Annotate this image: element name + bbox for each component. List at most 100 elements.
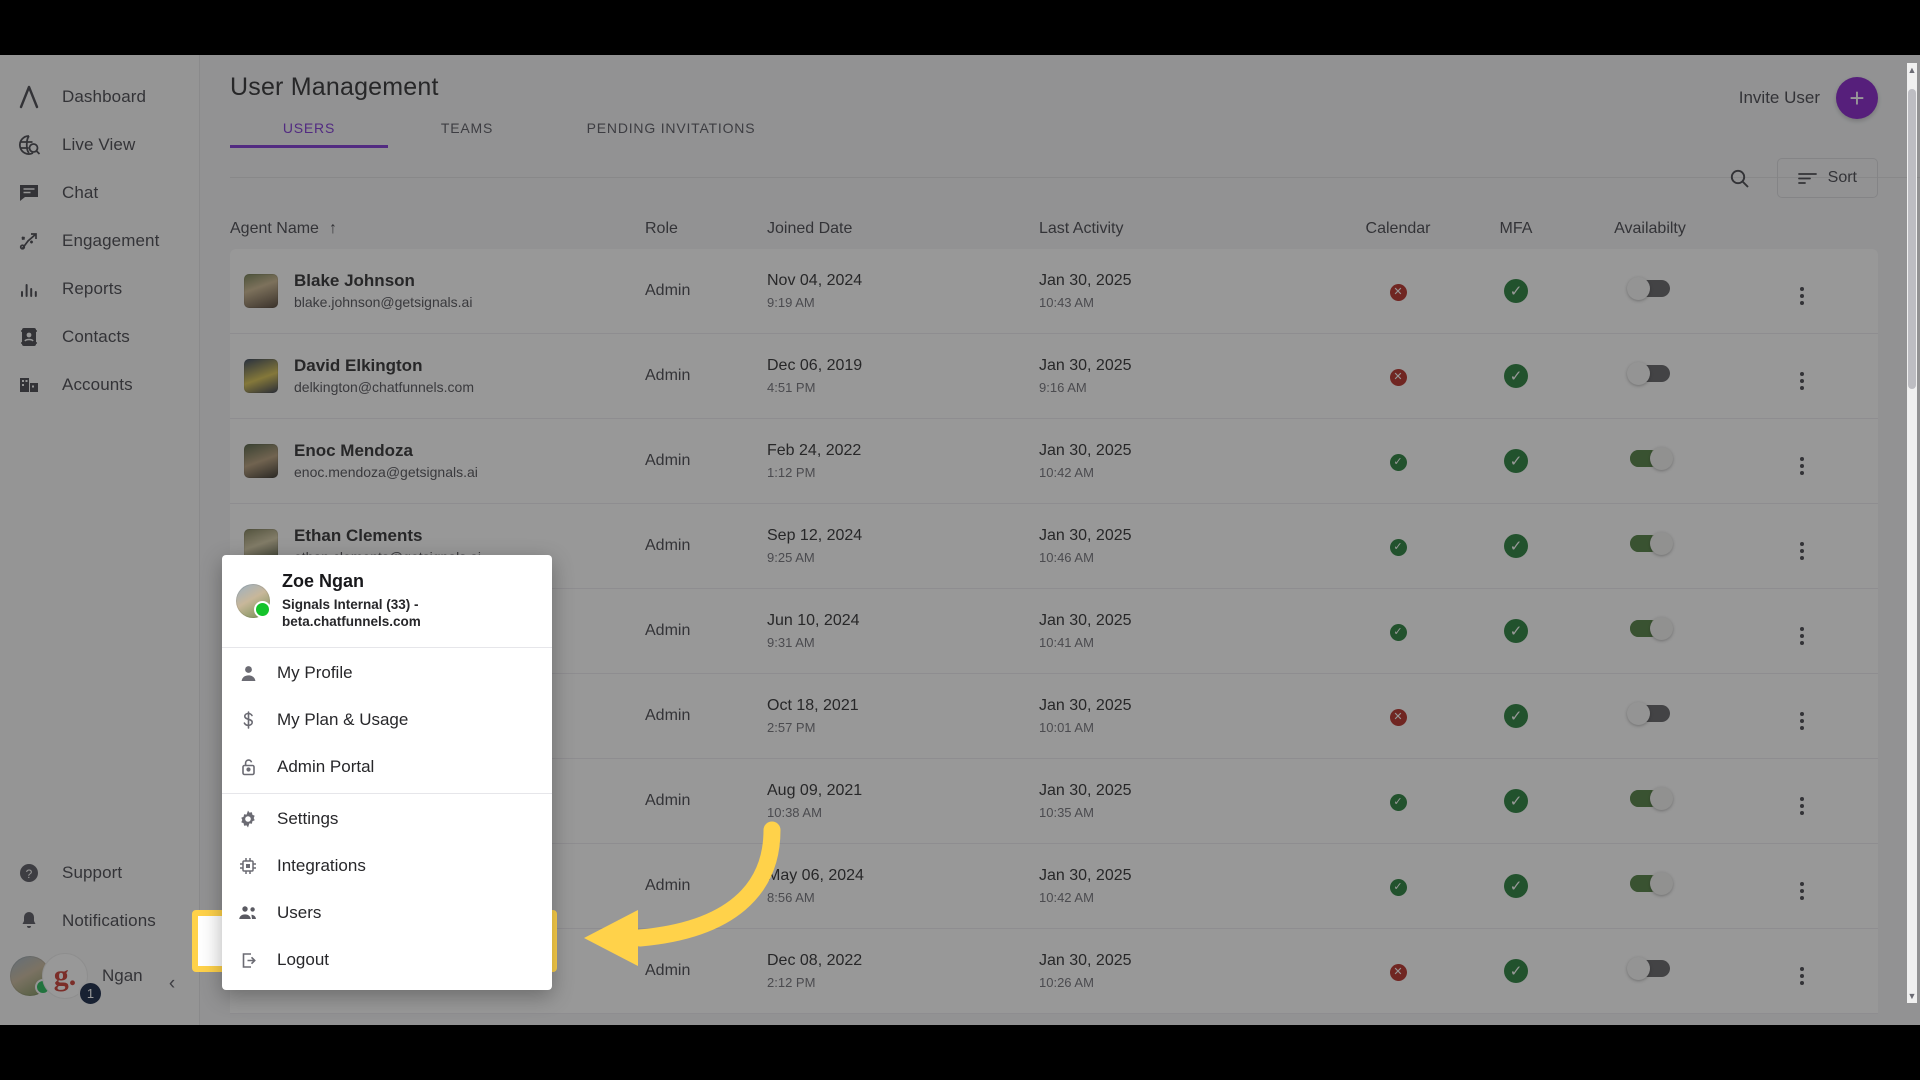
column-header-calendar[interactable]: Calendar — [1339, 220, 1457, 238]
row-more-options-icon[interactable] — [1800, 797, 1804, 815]
user-email: blake.johnson@getsignals.ai — [294, 293, 472, 312]
menu-item-label: Admin Portal — [277, 757, 374, 777]
status-disabled-icon: ✕ — [1390, 964, 1407, 981]
row-more-options-icon[interactable] — [1800, 967, 1804, 985]
notification-count-badge: 1 — [78, 981, 103, 1006]
availability-toggle[interactable] — [1630, 620, 1670, 637]
cell-joined-date: Feb 24, 2022 1:12 PM — [767, 441, 1039, 481]
menu-item-integrations[interactable]: Integrations — [222, 843, 552, 890]
tab-teams[interactable]: TEAMS — [388, 112, 546, 148]
sidebar-item-engagement[interactable]: Engagement — [0, 217, 199, 265]
sidebar-item-reports[interactable]: Reports — [0, 265, 199, 313]
svg-text:?: ? — [26, 867, 33, 881]
table-row[interactable]: Blake Johnson blake.johnson@getsignals.a… — [230, 249, 1878, 334]
sidebar-item-accounts[interactable]: Accounts — [0, 361, 199, 409]
sidebar-item-label: Contacts — [62, 327, 130, 347]
cell-role: Admin — [645, 792, 767, 810]
collapse-sidebar-button[interactable]: ‹ — [159, 971, 185, 997]
menu-item-label: Users — [277, 903, 321, 923]
table-row[interactable]: David Elkington delkington@chatfunnels.c… — [230, 334, 1878, 419]
scroll-up-arrow-icon[interactable]: ▲ — [1907, 65, 1917, 75]
cell-availability — [1575, 535, 1725, 557]
sidebar-item-dashboard[interactable]: Dashboard — [0, 73, 199, 121]
availability-toggle[interactable] — [1630, 535, 1670, 552]
column-header-agent-name[interactable]: Agent Name ↑ — [230, 220, 645, 238]
status-enabled-icon: ✓ — [1390, 624, 1407, 641]
menu-item-my-profile[interactable]: My Profile — [222, 650, 552, 697]
column-header-role[interactable]: Role — [645, 220, 767, 238]
menu-item-my-plan-usage[interactable]: My Plan & Usage — [222, 697, 552, 744]
column-header-last-activity[interactable]: Last Activity — [1039, 220, 1339, 238]
row-more-options-icon[interactable] — [1800, 542, 1804, 560]
cell-actions — [1725, 363, 1878, 390]
row-more-options-icon[interactable] — [1800, 372, 1804, 390]
row-more-options-icon[interactable] — [1800, 287, 1804, 305]
menu-item-admin-portal[interactable]: Admin Portal — [222, 744, 552, 791]
menu-item-label: Integrations — [277, 856, 366, 876]
table-row[interactable]: Enoc Mendoza enoc.mendoza@getsignals.aiA… — [230, 419, 1878, 504]
menu-item-users[interactable]: Users — [222, 890, 552, 937]
cell-actions — [1725, 873, 1878, 900]
activity-date: Jan 30, 2025 — [1039, 441, 1339, 460]
sidebar-item-notifications[interactable]: Notifications — [0, 897, 199, 945]
cell-mfa: ✓ — [1457, 874, 1575, 898]
menu-item-logout[interactable]: Logout — [222, 937, 552, 984]
column-header-joined-date[interactable]: Joined Date — [767, 220, 1039, 238]
row-more-options-icon[interactable] — [1800, 712, 1804, 730]
row-more-options-icon[interactable] — [1800, 627, 1804, 645]
question-circle-icon: ? — [14, 858, 44, 888]
tab-users[interactable]: USERS — [230, 112, 388, 148]
status-enabled-icon: ✓ — [1504, 364, 1528, 388]
sidebar-item-label: Dashboard — [62, 87, 146, 107]
activity-time: 9:16 AM — [1039, 380, 1339, 396]
scrollbar-thumb[interactable] — [1908, 89, 1916, 389]
column-label: Agent Name — [230, 220, 319, 238]
table-header-row: Agent Name ↑ Role Joined Date Last Activ… — [200, 209, 1920, 249]
column-header-mfa[interactable]: MFA — [1457, 220, 1575, 238]
column-header-availability[interactable]: Availabilty — [1575, 220, 1725, 238]
sidebar-item-contacts[interactable]: Contacts — [0, 313, 199, 361]
activity-date: Jan 30, 2025 — [1039, 611, 1339, 630]
sidebar-item-chat[interactable]: Chat — [0, 169, 199, 217]
chip-icon — [236, 856, 260, 876]
vertical-scrollbar[interactable]: ▲ ▼ — [1907, 63, 1917, 1003]
account-dropdown-menu: Zoe Ngan Signals Internal (33) - beta.ch… — [222, 555, 552, 990]
row-more-options-icon[interactable] — [1800, 882, 1804, 900]
add-user-button[interactable]: + — [1836, 77, 1878, 119]
availability-toggle[interactable] — [1630, 705, 1670, 722]
page-title: User Management — [230, 73, 1886, 102]
status-enabled-icon: ✓ — [1390, 539, 1407, 556]
availability-toggle[interactable] — [1630, 450, 1670, 467]
availability-toggle[interactable] — [1630, 960, 1670, 977]
contact-card-icon — [14, 322, 44, 352]
sidebar-item-live-view[interactable]: Live View — [0, 121, 199, 169]
menu-item-settings[interactable]: Settings — [222, 796, 552, 843]
row-more-options-icon[interactable] — [1800, 457, 1804, 475]
cell-agent-name: Blake Johnson blake.johnson@getsignals.a… — [230, 270, 645, 312]
tab-pending-invitations[interactable]: PENDING INVITATIONS — [546, 112, 796, 148]
status-enabled-icon: ✓ — [1504, 704, 1528, 728]
joined-date: Dec 08, 2022 — [767, 951, 1039, 970]
sidebar-item-support[interactable]: ? Support — [0, 849, 199, 897]
cell-availability — [1575, 960, 1725, 982]
sidebar-secondary-nav: ? Support Notifications g. 1 Ngan ‹ — [0, 849, 199, 1007]
availability-toggle[interactable] — [1630, 875, 1670, 892]
activity-time: 10:41 AM — [1039, 635, 1339, 651]
joined-time: 9:25 AM — [767, 550, 1039, 566]
availability-toggle[interactable] — [1630, 280, 1670, 297]
cell-calendar: ✓ — [1339, 877, 1457, 896]
cell-availability — [1575, 620, 1725, 642]
sort-button[interactable]: Sort — [1777, 158, 1878, 198]
activity-time: 10:46 AM — [1039, 550, 1339, 566]
cell-role: Admin — [645, 962, 767, 980]
cell-mfa: ✓ — [1457, 534, 1575, 558]
cell-agent-name: Enoc Mendoza enoc.mendoza@getsignals.ai — [230, 440, 645, 482]
activity-date: Jan 30, 2025 — [1039, 356, 1339, 375]
availability-toggle[interactable] — [1630, 365, 1670, 382]
availability-toggle[interactable] — [1630, 790, 1670, 807]
search-icon[interactable] — [1723, 161, 1757, 195]
scroll-down-arrow-icon[interactable]: ▼ — [1907, 991, 1917, 1001]
cell-last-activity: Jan 30, 2025 10:26 AM — [1039, 951, 1339, 991]
status-enabled-icon: ✓ — [1504, 619, 1528, 643]
menu-item-label: Logout — [277, 950, 329, 970]
